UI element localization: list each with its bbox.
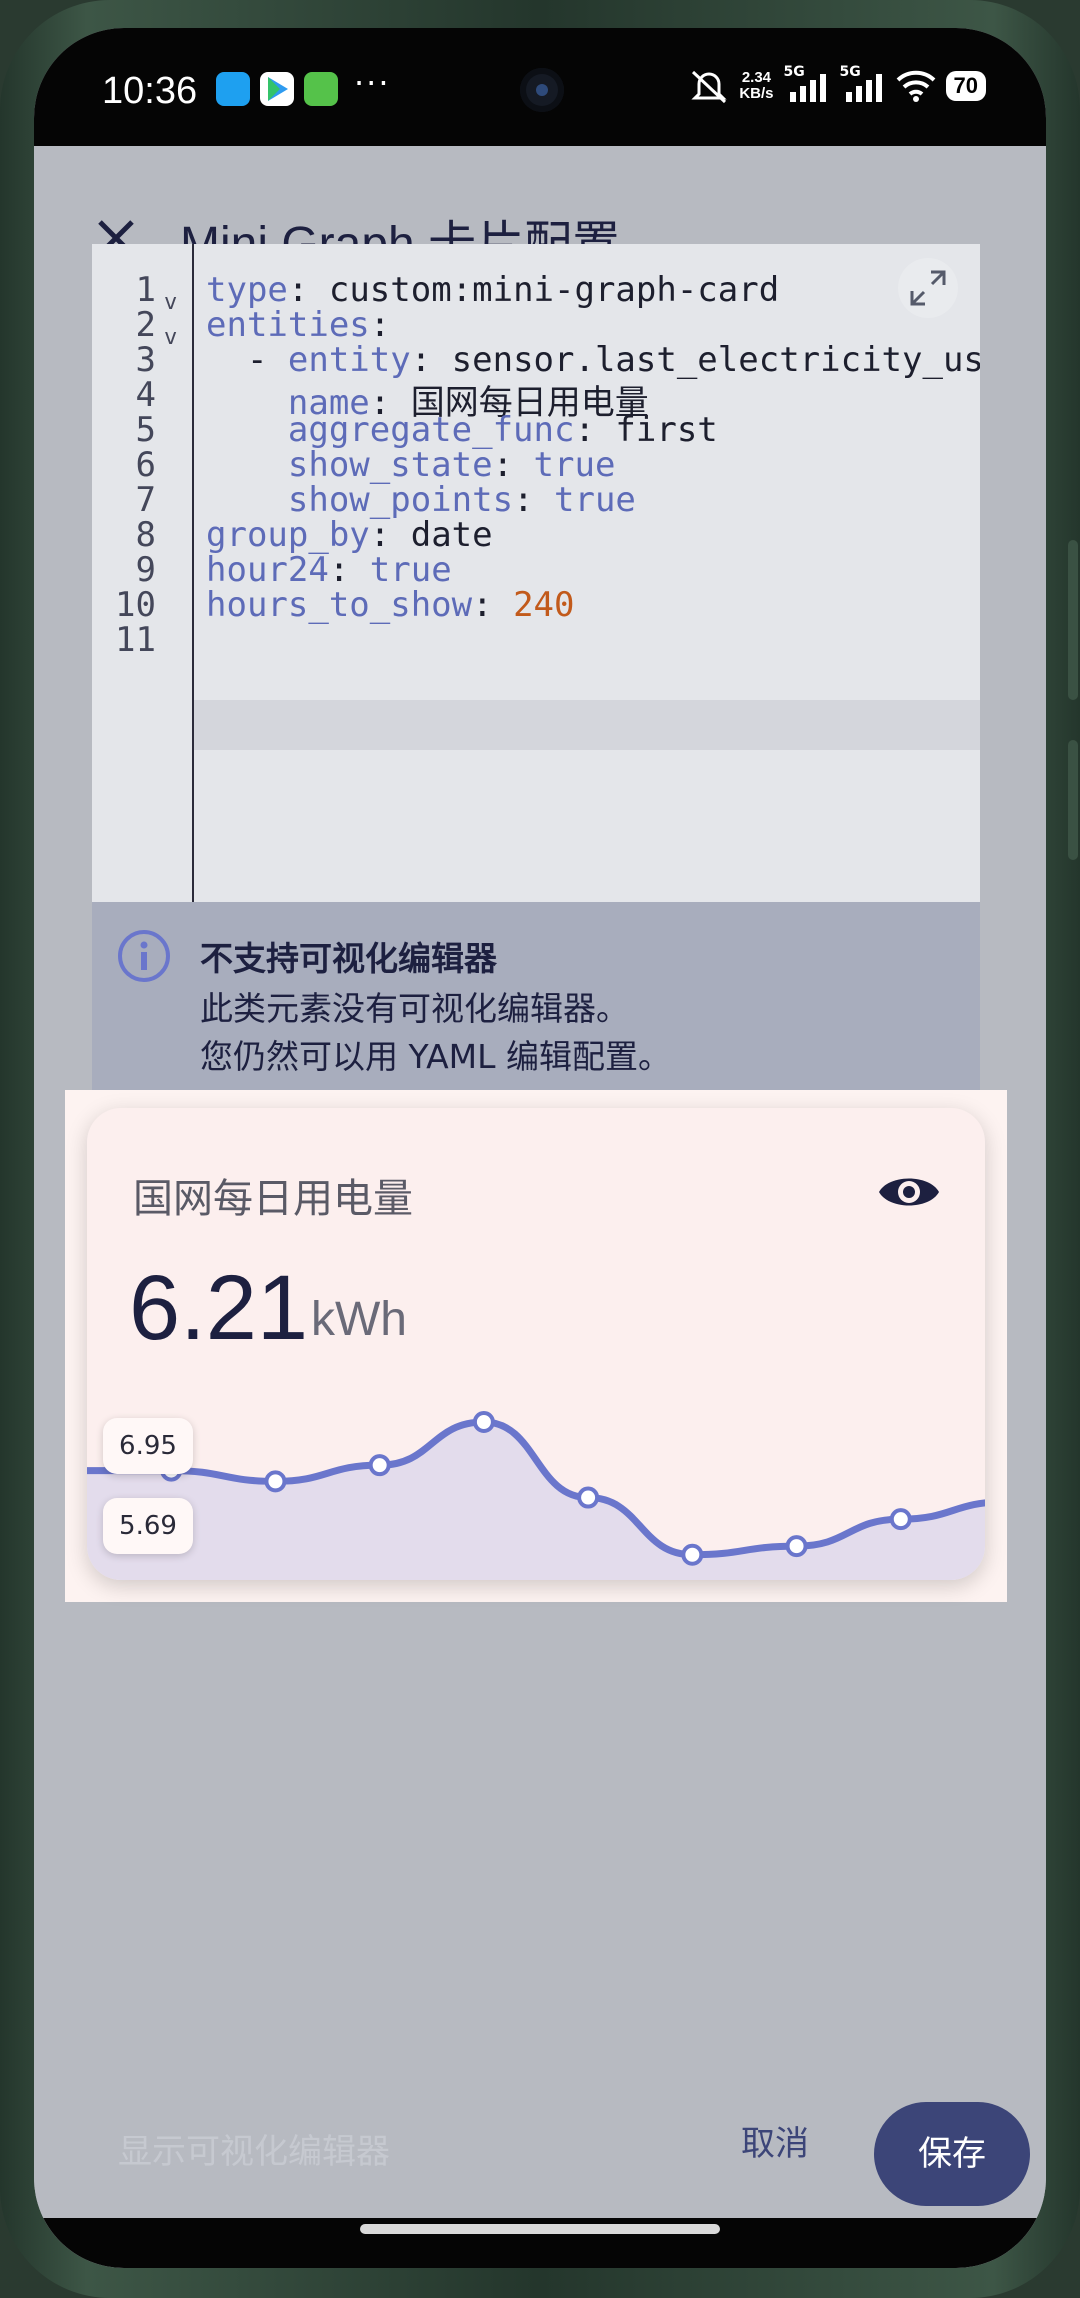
graph-min-label: 5.69 <box>103 1498 193 1554</box>
code-line[interactable]: entities: <box>206 305 390 345</box>
line-number: 9 <box>135 550 156 590</box>
active-line-highlight <box>194 700 980 750</box>
yaml-separator: : <box>369 305 391 345</box>
status-indicators: 2.34 KB/s 5G 5G 70 <box>689 64 986 104</box>
mute-bell-icon <box>691 70 727 104</box>
line-number: 1 <box>135 270 156 310</box>
card-state-value: 6.21 <box>129 1257 309 1359</box>
graph-point[interactable] <box>681 1543 704 1566</box>
yaml-separator: : <box>328 550 370 590</box>
status-bar: 10:36 ··· 2.34 KB/s 5G 5G 70 <box>34 28 1046 146</box>
graph-area-fill <box>87 1422 985 1580</box>
home-app-icon <box>216 72 250 106</box>
yaml-separator: : <box>574 410 616 450</box>
yaml-code-editor[interactable]: 1 2 3 4 5 6 7 8 9 10 11 v v type: custom:mini-grap… <box>92 244 980 902</box>
code-line[interactable]: hour24: true <box>206 550 452 590</box>
line-number: 4 <box>135 375 156 415</box>
front-camera <box>520 68 564 112</box>
wifi-icon <box>896 70 935 102</box>
unsupported-editor-alert: 不支持可视化编辑器 此类元素没有可视化编辑器。 您仍然可以用 YAML 编辑配置… <box>92 902 980 1090</box>
fold-arrow-icon[interactable]: v <box>164 290 177 315</box>
wifi-app-icon <box>304 72 338 106</box>
yaml-key: type <box>206 270 288 310</box>
line-number: 2 <box>135 305 156 345</box>
line-number: 6 <box>135 445 156 485</box>
yaml-key: show_state <box>287 445 493 485</box>
more-notifications-icon: ··· <box>354 64 391 102</box>
yaml-value: date <box>410 515 493 555</box>
yaml-separator: : <box>472 585 514 625</box>
status-time: 10:36 <box>102 70 198 112</box>
yaml-separator: : <box>513 480 555 520</box>
fold-arrow-icon[interactable]: v <box>164 325 177 350</box>
yaml-value: sensor.last_electricity_usage <box>451 340 980 380</box>
net-speed: 2.34 KB/s <box>739 69 774 102</box>
yaml-key: aggregate_func <box>287 410 575 450</box>
yaml-value: true <box>533 445 616 485</box>
code-line[interactable]: group_by: date <box>206 515 493 555</box>
info-icon <box>118 930 170 982</box>
yaml-key: entity <box>287 340 411 380</box>
eye-icon[interactable] <box>875 1158 943 1226</box>
graph-point[interactable] <box>889 1508 912 1531</box>
graph-point[interactable] <box>368 1454 391 1477</box>
yaml-separator: : <box>287 270 329 310</box>
graph-point[interactable] <box>785 1535 808 1558</box>
line-number: 10 <box>115 585 156 625</box>
graph-point[interactable] <box>577 1486 600 1509</box>
alert-title: 不支持可视化编辑器 <box>200 939 497 978</box>
yaml-key: entities <box>206 305 370 345</box>
yaml-key: group_by <box>206 515 370 555</box>
history-graph <box>87 1411 985 1580</box>
show-visual-editor-button[interactable]: 显示可视化编辑器 <box>118 2124 390 2173</box>
card-preview-panel: 国网每日用电量 6.21 kWh 6.95 5.69 <box>65 1090 1007 1602</box>
code-indent: - <box>206 340 288 380</box>
alert-message-line: 您仍然可以用 YAML 编辑配置。 <box>200 1037 672 1076</box>
yaml-separator: : <box>369 515 411 555</box>
yaml-key: hours_to_show <box>206 585 473 625</box>
card-entity-name: 国网每日用电量 <box>133 1176 413 1222</box>
yaml-value: 240 <box>513 585 575 625</box>
screen: 10:36 ··· 2.34 KB/s 5G 5G 70 1 2 3 4 5 6… <box>34 28 1046 2268</box>
code-line[interactable]: aggregate_func: first <box>206 410 718 450</box>
line-number: 7 <box>135 480 156 520</box>
graph-point[interactable] <box>472 1411 495 1433</box>
yaml-value: first <box>615 410 718 450</box>
signal-icon-1: 5G <box>784 64 830 104</box>
code-line[interactable]: show_points: true <box>206 480 636 520</box>
graph-max-label: 6.95 <box>103 1418 193 1474</box>
line-number: 8 <box>135 515 156 555</box>
graph-point[interactable] <box>264 1470 287 1493</box>
home-indicator[interactable] <box>360 2224 720 2234</box>
signal-icon-2: 5G <box>840 64 886 104</box>
expand-icon <box>910 270 946 306</box>
code-line[interactable]: show_state: true <box>206 445 616 485</box>
code-line[interactable]: type: custom:mini-graph-card <box>206 270 779 310</box>
line-number: 5 <box>135 410 156 450</box>
code-line[interactable]: hours_to_show: 240 <box>206 585 574 625</box>
play-store-icon <box>260 72 294 106</box>
volume-button <box>1068 540 1078 700</box>
battery-indicator: 70 <box>945 71 986 101</box>
yaml-separator: : <box>410 340 452 380</box>
alert-message-line: 此类元素没有可视化编辑器。 <box>200 989 629 1028</box>
yaml-key: hour24 <box>206 550 329 590</box>
expand-editor-button[interactable] <box>898 258 958 318</box>
mini-graph-card[interactable]: 国网每日用电量 6.21 kWh 6.95 5.69 <box>87 1108 985 1580</box>
yaml-value: true <box>554 480 636 520</box>
cancel-button[interactable]: 取消 <box>702 2108 848 2180</box>
line-number: 11 <box>115 620 156 660</box>
save-button[interactable]: 保存 <box>874 2102 1030 2206</box>
yaml-key: show_points <box>287 480 514 520</box>
power-button <box>1068 740 1078 860</box>
yaml-separator: : <box>492 445 534 485</box>
line-number: 3 <box>135 340 156 380</box>
card-state-unit: kWh <box>311 1293 407 1346</box>
yaml-value: custom:mini-graph-card <box>328 270 780 310</box>
code-line[interactable]: - entity: sensor.last_electricity_usage <box>206 340 980 380</box>
yaml-value: true <box>369 550 452 590</box>
